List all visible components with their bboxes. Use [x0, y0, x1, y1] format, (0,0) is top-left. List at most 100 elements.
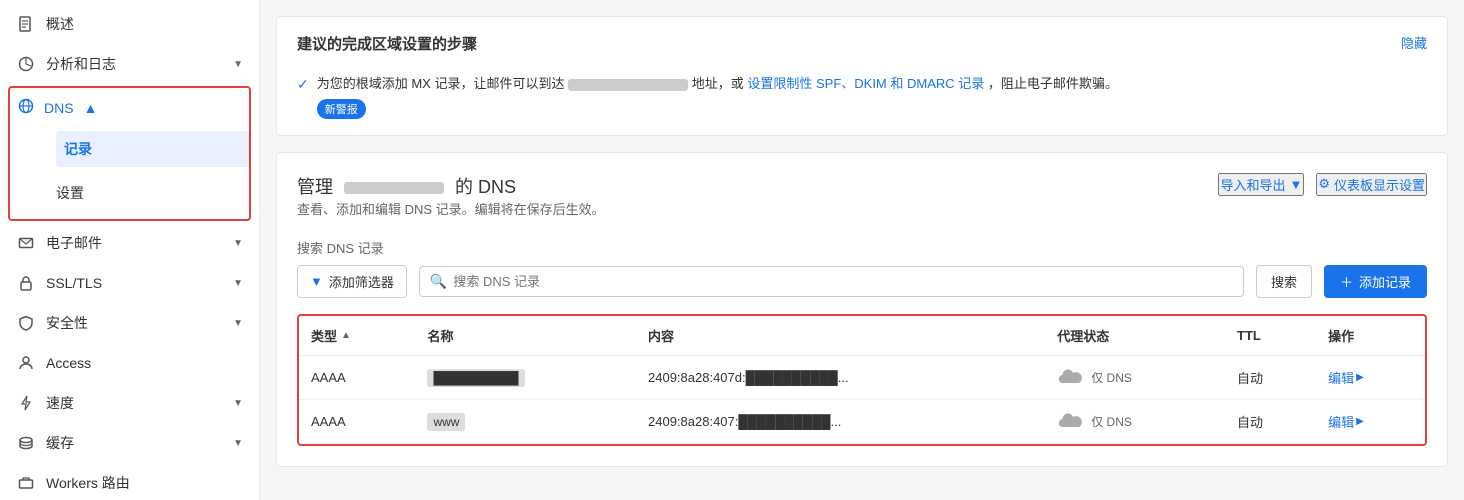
dns-table: 类型 ▲ 名称 内容 代理状态 TTL 操作 AAAA ██████████: [299, 316, 1425, 444]
arrow-right-icon: ▶: [1356, 372, 1364, 383]
sidebar-item-email[interactable]: 电子邮件 ▼: [0, 223, 259, 263]
arrow-right-icon: ▶: [1356, 416, 1364, 427]
sidebar-item-label: 电子邮件: [46, 233, 223, 253]
dns-table-wrapper: 类型 ▲ 名称 内容 代理状态 TTL 操作 AAAA ██████████: [297, 314, 1427, 446]
sidebar-item-label: Workers 路由: [46, 473, 243, 493]
col-ttl[interactable]: TTL: [1225, 316, 1316, 356]
dns-title-pre: 管理: [297, 177, 333, 197]
import-export-button[interactable]: 导入和导出 ▼: [1218, 173, 1304, 196]
sidebar-item-access[interactable]: Access: [0, 343, 259, 383]
dns-section: DNS ▲ 记录 设置: [8, 86, 251, 221]
dns-only-label: 仅 DNS: [1091, 413, 1132, 430]
sidebar-item-workers[interactable]: Workers 路由: [0, 463, 259, 500]
blurred-domain-title: [344, 182, 444, 194]
banner: 建议的完成区域设置的步骤 隐藏 ✓ 为您的根域添加 MX 记录，让邮件可以到达 …: [276, 16, 1448, 136]
sidebar-item-security[interactable]: 安全性 ▼: [0, 303, 259, 343]
sidebar-item-speed[interactable]: 速度 ▼: [0, 383, 259, 423]
col-name[interactable]: 名称: [415, 316, 636, 356]
cloud-icon: [1057, 368, 1085, 386]
sidebar-item-label: SSL/TLS: [46, 275, 223, 291]
chevron-down-icon: ▼: [233, 238, 243, 249]
access-icon: [16, 353, 36, 373]
sidebar-item-label: 分析和日志: [46, 54, 223, 74]
banner-hide-button[interactable]: 隐藏: [1401, 33, 1427, 52]
dns-card-actions: 导入和导出 ▼ ⚙ 仪表板显示设置: [1218, 173, 1427, 196]
sidebar-item-analytics[interactable]: 分析和日志 ▼: [0, 44, 259, 84]
dns-management-card: 管理 的 DNS 查看、添加和编辑 DNS 记录。编辑将在保存后生效。 导入和导…: [276, 152, 1448, 467]
search-input[interactable]: [453, 274, 1233, 289]
cell-proxy: 仅 DNS: [1045, 399, 1225, 443]
main-content: 建议的完成区域设置的步骤 隐藏 ✓ 为您的根域添加 MX 记录，让邮件可以到达 …: [260, 0, 1464, 500]
sidebar-item-cache[interactable]: 缓存 ▼: [0, 423, 259, 463]
chevron-down-icon: ▼: [233, 59, 243, 70]
email-icon: [16, 233, 36, 253]
chevron-down-icon: ▼: [233, 398, 243, 409]
sidebar-item-label: 缓存: [46, 433, 223, 453]
dns-icon: [18, 98, 34, 117]
banner-text: 为您的根域添加 MX 记录，让邮件可以到达 地址，或 设置限制性 SPF、DKI…: [317, 76, 1118, 91]
add-record-button[interactable]: ＋ 添加记录: [1324, 265, 1427, 298]
workers-icon: [16, 473, 36, 493]
banner-text-pre: 为您的根域添加 MX 记录，让邮件可以到达: [317, 76, 565, 91]
search-button[interactable]: 搜索: [1256, 265, 1312, 298]
add-filter-button[interactable]: ▼ 添加筛选器: [297, 265, 407, 298]
dns-submenu: 记录 设置: [10, 127, 249, 219]
dropdown-arrow-icon: ▼: [1289, 177, 1302, 192]
col-action: 操作: [1316, 316, 1425, 356]
search-label: 搜索 DNS 记录: [297, 238, 1427, 257]
col-type[interactable]: 类型 ▲: [299, 316, 415, 356]
dns-card-title: 管理 的 DNS: [297, 173, 605, 199]
dns-only-label: 仅 DNS: [1091, 369, 1132, 386]
edit-link[interactable]: 编辑▶: [1328, 412, 1413, 431]
table-row: AAAA ██████████ 2409:8a28:407d:█████████…: [299, 355, 1425, 399]
chart-icon: [16, 54, 36, 74]
col-proxy-status[interactable]: 代理状态: [1045, 316, 1225, 356]
cell-content: 2409:8a28:407d:██████████...: [636, 355, 1045, 399]
sidebar-sub-item-records[interactable]: 记录: [56, 131, 249, 167]
chevron-down-icon: ▼: [233, 278, 243, 289]
dashboard-settings-button[interactable]: ⚙ 仪表板显示设置: [1316, 173, 1427, 196]
storage-icon: [16, 433, 36, 453]
lock-icon: [16, 273, 36, 293]
chevron-down-icon: ▼: [233, 438, 243, 449]
banner-title: 建议的完成区域设置的步骤: [297, 33, 477, 54]
shield-icon: [16, 313, 36, 333]
sort-asc-icon: ▲: [341, 330, 351, 341]
cell-name: ██████████: [415, 355, 636, 399]
cell-ttl: 自动: [1225, 355, 1316, 399]
spf-dkim-link[interactable]: 设置限制性 SPF、DKIM 和 DMARC 记录: [747, 76, 984, 91]
chevron-up-icon: ▲: [84, 100, 98, 116]
lightning-icon: [16, 393, 36, 413]
cell-action[interactable]: 编辑▶: [1316, 399, 1425, 443]
col-content[interactable]: 内容: [636, 316, 1045, 356]
gear-icon: ⚙: [1318, 176, 1330, 192]
sidebar-sub-item-settings[interactable]: 设置: [56, 175, 249, 211]
edit-link[interactable]: 编辑▶: [1328, 368, 1413, 387]
plus-icon: ＋: [1340, 272, 1353, 291]
check-icon: ✓: [297, 76, 309, 93]
cell-action[interactable]: 编辑▶: [1316, 355, 1425, 399]
add-record-label: 添加记录: [1359, 272, 1411, 291]
cell-name: www: [415, 399, 636, 443]
dns-title-post: 的 DNS: [455, 177, 516, 197]
sidebar-item-overview[interactable]: 概述: [0, 4, 259, 44]
sidebar-item-label: 安全性: [46, 313, 223, 333]
table-row: AAAA www 2409:8a28:407:██████████... 仅 D…: [299, 399, 1425, 443]
cell-proxy: 仅 DNS: [1045, 355, 1225, 399]
search-icon: 🔍: [430, 273, 447, 290]
cell-type: AAAA: [299, 399, 415, 443]
cell-content: 2409:8a28:407:██████████...: [636, 399, 1045, 443]
dns-card-subtitle: 查看、添加和编辑 DNS 记录。编辑将在保存后生效。: [297, 199, 605, 218]
sidebar-item-label: Access: [46, 355, 243, 371]
sidebar: 概述 分析和日志 ▼ DNS ▲ 记录 设置 电子邮件: [0, 0, 260, 500]
sidebar-item-ssl[interactable]: SSL/TLS ▼: [0, 263, 259, 303]
sidebar-item-dns[interactable]: DNS ▲: [10, 88, 249, 127]
doc-icon: [16, 14, 36, 34]
settings-label: 仪表板显示设置: [1334, 175, 1425, 194]
search-box: 🔍: [419, 266, 1244, 297]
banner-text-mid: 地址，或: [692, 76, 744, 91]
new-alert-badge: 新警报: [317, 99, 366, 119]
import-export-label: 导入和导出: [1220, 175, 1285, 194]
blurred-domain: [568, 79, 688, 91]
search-row: ▼ 添加筛选器 🔍 搜索 ＋ 添加记录: [297, 265, 1427, 298]
